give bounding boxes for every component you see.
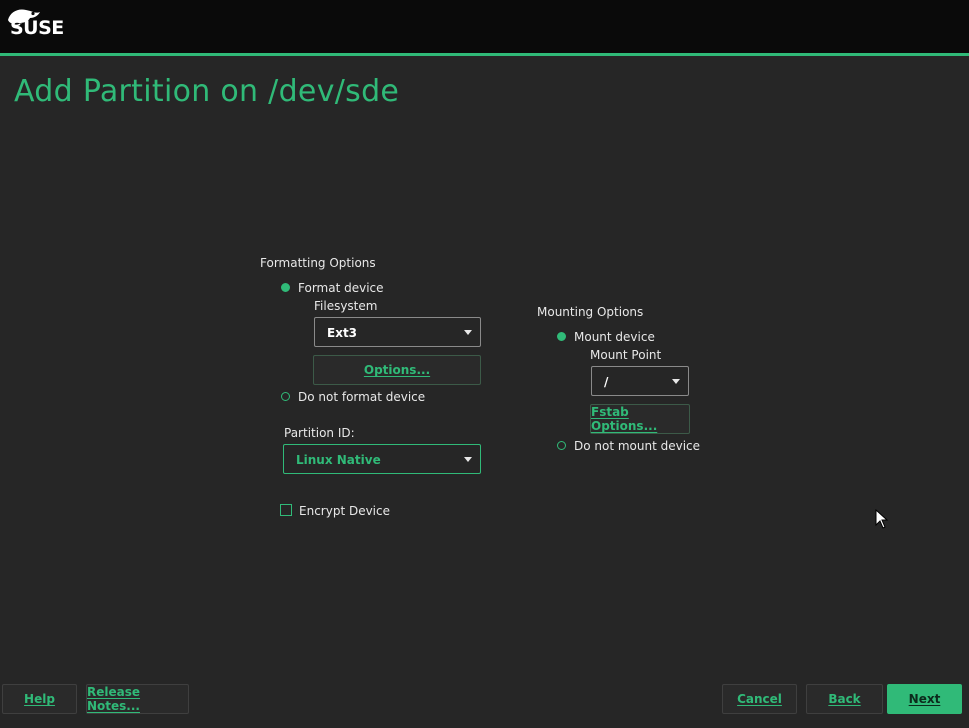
format-device-radio[interactable]	[281, 283, 290, 292]
cancel-button[interactable]: Cancel	[722, 684, 797, 714]
encrypt-device-label[interactable]: Encrypt Device	[299, 504, 390, 518]
chevron-down-icon	[464, 457, 472, 462]
filesystem-dropdown[interactable]: Ext3	[314, 317, 481, 347]
mount-point-value: /	[604, 375, 609, 389]
header-accent-line	[0, 53, 969, 56]
filesystem-value: Ext3	[327, 326, 358, 340]
filesystem-options-button[interactable]: Options...	[313, 355, 481, 385]
formatting-options-heading: Formatting Options	[260, 256, 376, 270]
filesystem-label: Filesystem	[314, 299, 378, 313]
chevron-down-icon	[672, 379, 680, 384]
mounting-options-heading: Mounting Options	[537, 305, 644, 319]
help-button[interactable]: Help	[2, 684, 77, 714]
partition-id-value: Linux Native	[296, 453, 381, 467]
do-not-format-radio[interactable]	[281, 392, 290, 401]
partition-id-dropdown[interactable]: Linux Native	[283, 444, 481, 474]
suse-logo-text: SUSE	[10, 17, 64, 39]
page-title: Add Partition on /dev/sde	[14, 74, 400, 109]
release-notes-button[interactable]: Release Notes...	[86, 684, 189, 714]
top-bar: SUSE	[0, 0, 969, 53]
next-button[interactable]: Next	[887, 684, 962, 714]
mount-device-radio[interactable]	[557, 332, 566, 341]
fstab-options-button[interactable]: Fstab Options...	[590, 404, 690, 434]
mouse-pointer-icon	[875, 509, 889, 529]
mount-point-label: Mount Point	[590, 348, 662, 362]
do-not-mount-radio[interactable]	[557, 441, 566, 450]
back-button[interactable]: Back	[806, 684, 883, 714]
format-device-label[interactable]: Format device	[298, 281, 384, 295]
chevron-down-icon	[464, 330, 472, 335]
do-not-mount-label[interactable]: Do not mount device	[574, 439, 700, 453]
partition-id-label: Partition ID:	[284, 426, 355, 440]
mount-point-dropdown[interactable]: /	[591, 366, 689, 396]
do-not-format-label[interactable]: Do not format device	[298, 390, 425, 404]
encrypt-device-checkbox[interactable]	[280, 504, 292, 516]
mount-device-label[interactable]: Mount device	[574, 330, 655, 344]
